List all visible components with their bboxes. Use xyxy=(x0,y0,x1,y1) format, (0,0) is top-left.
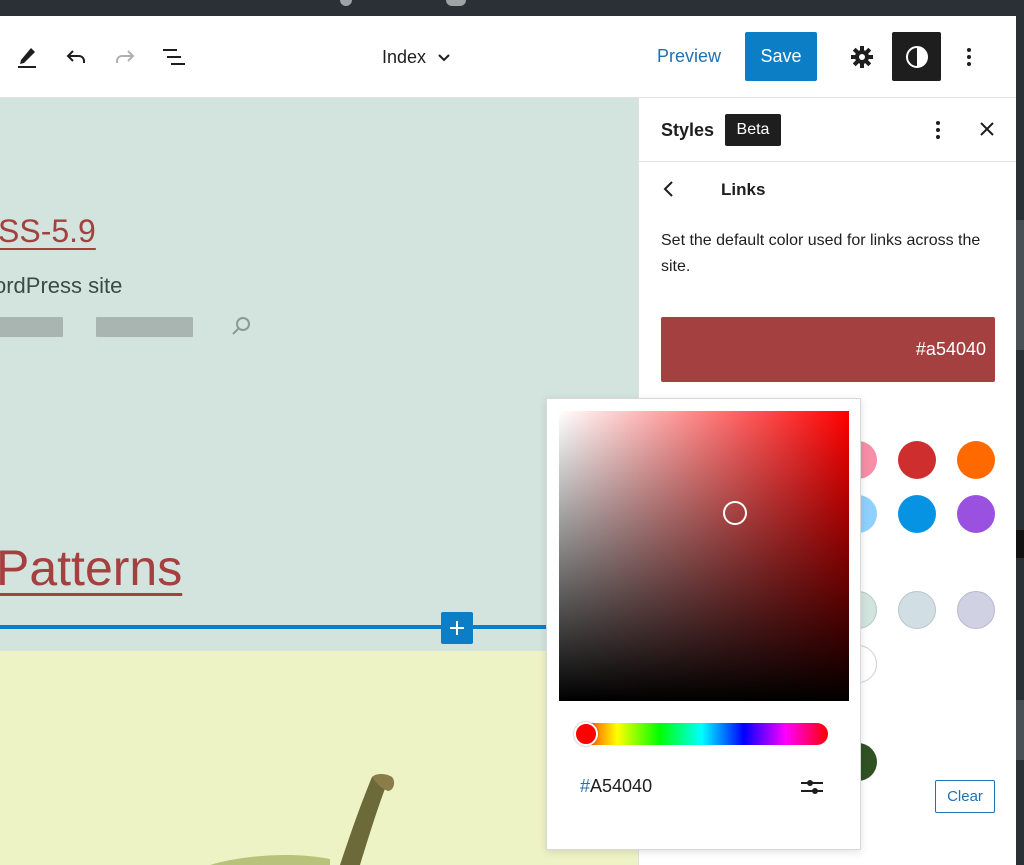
palette-swatch-orange[interactable] xyxy=(957,441,995,479)
beta-badge: Beta xyxy=(725,114,781,146)
clear-button[interactable]: Clear xyxy=(935,780,995,813)
pencil-icon[interactable] xyxy=(10,40,44,74)
nav-item-placeholder[interactable] xyxy=(96,317,193,337)
current-color-label: #a54040 xyxy=(915,339,986,359)
close-icon[interactable] xyxy=(977,119,997,144)
hex-prefix: # xyxy=(580,776,591,796)
saturation-handle[interactable] xyxy=(723,501,747,525)
gear-icon[interactable] xyxy=(845,40,879,74)
palette-swatch-blue-tint[interactable] xyxy=(898,591,936,629)
chevron-down-icon xyxy=(438,54,450,62)
hue-slider[interactable] xyxy=(575,723,828,745)
content-group-block[interactable] xyxy=(0,651,638,865)
save-button[interactable]: Save xyxy=(745,32,817,81)
strip-mark xyxy=(446,0,466,6)
hex-value-input[interactable]: #A54040 xyxy=(580,776,652,797)
edge-mark xyxy=(1016,700,1024,760)
redo-icon[interactable] xyxy=(108,40,142,74)
chevron-left-icon[interactable] xyxy=(661,178,677,205)
edge-mark xyxy=(1016,530,1024,558)
saturation-area[interactable] xyxy=(559,411,849,701)
editor-canvas[interactable]: SS-5.9 ordPress site Patterns xyxy=(0,98,638,865)
list-view-icon[interactable] xyxy=(157,40,191,74)
nav-item-placeholder[interactable] xyxy=(0,317,63,337)
strip-mark xyxy=(340,0,352,6)
palette-swatch-vivid-blue[interactable] xyxy=(898,495,936,533)
section-title: Links xyxy=(721,180,766,199)
more-vertical-icon[interactable] xyxy=(924,116,952,149)
undo-icon[interactable] xyxy=(59,40,93,74)
window-edge xyxy=(1016,0,1024,865)
palette-swatch-purple-tint[interactable] xyxy=(957,591,995,629)
site-title[interactable]: SS-5.9 xyxy=(0,213,96,250)
block-inserter-button[interactable] xyxy=(441,612,473,644)
document-title: Index xyxy=(382,46,427,67)
hex-value-text: A54040 xyxy=(590,776,653,796)
hue-slider-handle[interactable] xyxy=(574,722,598,746)
plus-icon xyxy=(450,621,464,635)
preview-button[interactable]: Preview xyxy=(657,46,721,67)
editor-toolbar: Index Preview Save xyxy=(0,16,1016,98)
styles-toggle-button[interactable] xyxy=(892,32,941,81)
header-template-part[interactable]: SS-5.9 ordPress site Patterns xyxy=(0,98,638,651)
search-icon[interactable] xyxy=(230,315,252,342)
edge-mark xyxy=(1016,220,1024,350)
color-picker-popover: #A54040 xyxy=(546,398,861,850)
current-color-indicator[interactable]: #a54040 xyxy=(661,317,995,382)
block-insertion-line xyxy=(0,625,560,629)
sliders-icon[interactable] xyxy=(799,775,825,804)
window-top-strip xyxy=(0,0,1024,16)
half-circle-icon xyxy=(905,45,928,68)
palette-swatch-vivid-red[interactable] xyxy=(898,441,936,479)
patterns-heading[interactable]: Patterns xyxy=(0,539,182,597)
sidebar-header: Styles Beta xyxy=(639,98,1017,162)
section-description: Set the default color used for links acr… xyxy=(661,232,981,275)
sidebar-title: Styles xyxy=(661,120,715,140)
palette-swatch-purple[interactable] xyxy=(957,495,995,533)
pear-illustration xyxy=(210,774,395,865)
document-title-dropdown[interactable]: Index xyxy=(382,44,452,70)
site-tagline[interactable]: ordPress site xyxy=(0,273,122,299)
more-vertical-icon[interactable] xyxy=(952,40,986,74)
